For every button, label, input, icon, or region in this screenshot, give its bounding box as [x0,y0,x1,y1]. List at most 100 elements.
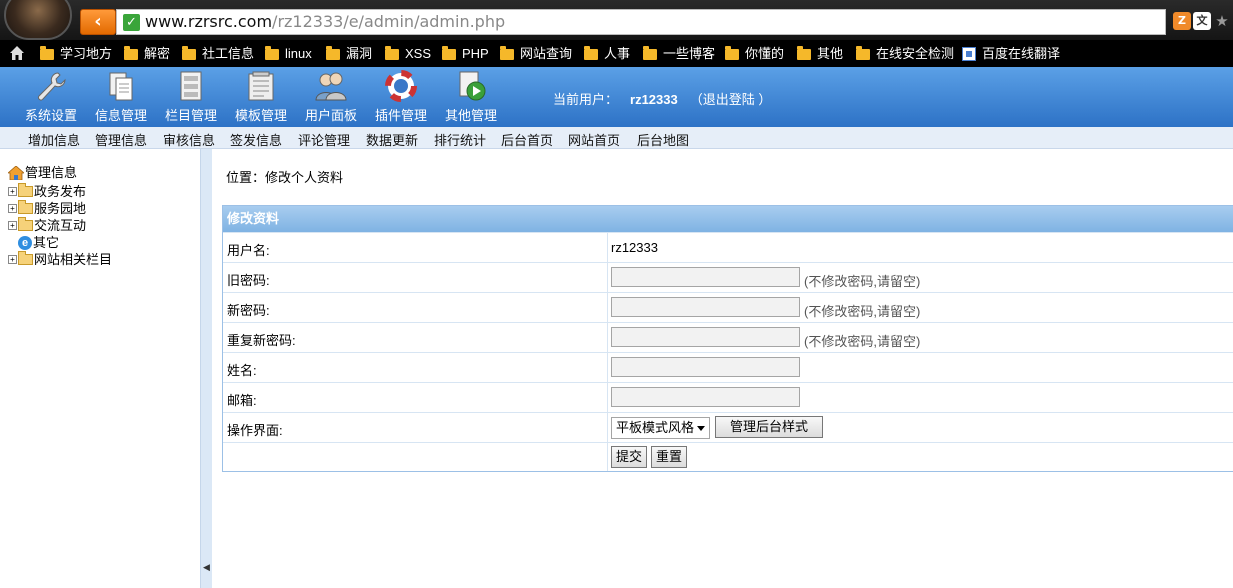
tree-item[interactable]: + 网站相关栏目 [8,251,112,268]
subnav-ranking-stats[interactable]: 排行统计 [434,130,486,149]
browser-avatar[interactable] [4,0,72,40]
bookmark-item[interactable]: 其他 [797,45,843,63]
folder-icon [856,45,870,60]
old-password-input[interactable] [611,267,800,287]
collapse-arrow-icon[interactable]: ◀ [203,563,210,573]
form-row-ui: 操作界面: 平板模式风格 管理后台样式 [223,412,1233,442]
bookmark-label: 漏洞 [346,46,373,61]
nav-plugin-management[interactable]: 插件管理 [368,69,434,127]
bookmark-item[interactable]: PHP [442,45,489,63]
bookmark-item[interactable]: 在线安全检测 [856,45,954,63]
bookmark-label: 你懂的 [745,46,785,61]
nav-label: 其他管理 [444,108,497,123]
translate-icon[interactable]: 文 [1193,12,1211,30]
bookmark-label: 百度在线翻译 [982,46,1061,61]
nav-column-management[interactable]: 栏目管理 [158,69,224,127]
folder-icon [40,45,54,60]
username-cell: rz12333 [607,233,1233,262]
email-input[interactable] [611,387,800,407]
ui-style-selected: 平板模式风格 [616,420,695,435]
bookmark-item[interactable]: 你懂的 [725,45,784,63]
expand-icon[interactable]: + [8,221,17,230]
current-user-info: 当前用户： rz12333 （退出登陆 ） [553,89,771,108]
url-text[interactable]: www.rzrsrc.com/rz12333/e/admin/admin.php [145,12,505,32]
tree-root[interactable]: 管理信息 [8,164,77,181]
folder-icon [326,45,340,60]
subnav-comment-management[interactable]: 评论管理 [298,130,350,149]
subnav-review-info[interactable]: 审核信息 [163,130,215,149]
bookmark-label: 一些博客 [663,46,716,61]
bookmark-label: 人事 [604,46,631,61]
repeat-password-label: 重复新密码: [227,333,296,348]
expand-icon[interactable]: + [8,204,17,213]
users-icon [315,72,347,101]
nav-label: 模板管理 [234,108,287,123]
tree-item-label: 交流互动 [34,218,87,233]
home-icon[interactable] [9,45,25,61]
documents-icon [109,72,133,101]
bookmark-item[interactable]: 解密 [124,45,170,63]
folder-icon [18,200,33,214]
current-user-name[interactable]: rz12333 [630,92,678,107]
extension-icon[interactable]: Z [1173,12,1191,30]
tree-item[interactable]: e 其它 [8,234,59,251]
tree-item[interactable]: + 交流互动 [8,217,86,234]
play-doc-icon [459,71,486,101]
repeat-password-input[interactable] [611,327,800,347]
bookmark-item[interactable]: 人事 [584,45,630,63]
toolbar-icons: Z 文 ★ [1173,10,1233,34]
bookmark-item[interactable]: XSS [385,45,431,63]
nav-other-management[interactable]: 其他管理 [438,69,504,127]
nav-system-settings[interactable]: 系统设置 [18,69,84,127]
tree-item-label: 服务园地 [34,201,87,216]
bookmark-item[interactable]: 社工信息 [182,45,254,63]
bookmark-item[interactable]: 百度在线翻译 [962,45,1060,63]
folder-icon [643,45,657,60]
current-user-label: 当前用户： [553,92,619,107]
star-icon[interactable]: ★ [1213,12,1231,30]
subnav-data-update[interactable]: 数据更新 [366,130,418,149]
bookmarks-bar: 学习地方 解密 社工信息 linux 漏洞 XSS PHP 网站查询 人事 一些… [0,40,1233,67]
bookmark-item[interactable]: 一些博客 [643,45,715,63]
logout-link[interactable]: （退出登陆 ） [690,92,772,107]
ui-style-select[interactable]: 平板模式风格 [611,417,710,439]
expand-icon[interactable]: + [8,255,17,264]
old-password-cell: (不修改密码,请留空) [607,263,1233,292]
new-password-input[interactable] [611,297,800,317]
subnav-manage-info[interactable]: 管理信息 [95,130,147,149]
subnav-add-info[interactable]: 增加信息 [28,130,80,149]
page-icon [962,47,976,61]
tree-item[interactable]: + 服务园地 [8,200,86,217]
subnav-issue-info[interactable]: 签发信息 [230,130,282,149]
bookmark-label: 学习地方 [60,46,113,61]
nav-template-management[interactable]: 模板管理 [228,69,294,127]
reset-button[interactable]: 重置 [651,446,687,468]
manage-style-button[interactable]: 管理后台样式 [715,416,823,438]
folder-icon [797,45,811,60]
bookmark-item[interactable]: 网站查询 [500,45,572,63]
bookmark-item[interactable]: linux [265,45,312,63]
back-button[interactable]: ‹ [80,9,116,35]
nav-info-management[interactable]: 信息管理 [88,69,154,127]
expand-icon[interactable]: + [8,187,17,196]
bookmark-item[interactable]: 漏洞 [326,45,372,63]
nav-label: 信息管理 [94,108,147,123]
new-password-label: 新密码: [227,303,270,318]
tree-item[interactable]: + 政务发布 [8,183,86,200]
subnav-admin-map[interactable]: 后台地图 [637,130,689,149]
panel-splitter[interactable]: ◀ [200,149,212,588]
address-bar[interactable]: ✓ www.rzrsrc.com/rz12333/e/admin/admin.p… [116,9,1166,35]
nav-user-panel[interactable]: 用户面板 [298,69,364,127]
form-row-username: 用户名: rz12333 [223,232,1233,262]
folder-icon [265,45,279,60]
submit-button[interactable]: 提交 [611,446,647,468]
password-hint: (不修改密码,请留空) [804,334,921,349]
subnav-admin-home[interactable]: 后台首页 [501,130,553,149]
left-tree-panel: 管理信息 + 政务发布 + 服务园地 + 交流互动 e 其它 + 网站相关栏目 [0,149,200,588]
repeat-password-cell: (不修改密码,请留空) [607,323,1233,352]
bookmark-item[interactable]: 学习地方 [40,45,112,63]
wrench-icon [38,72,66,101]
tree-item-label: 政务发布 [34,184,87,199]
name-input[interactable] [611,357,800,377]
subnav-site-home[interactable]: 网站首页 [568,130,620,149]
